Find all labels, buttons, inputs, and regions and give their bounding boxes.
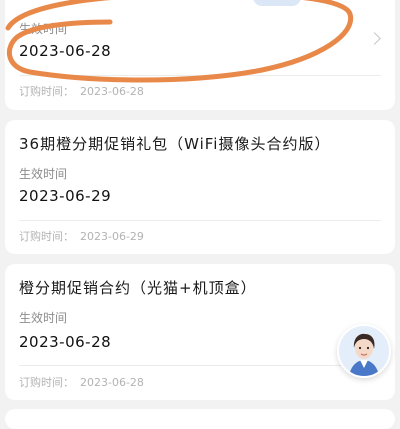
order-time-value: 2023-06-29 [80,230,144,243]
order-card-1[interactable]: 生效时间 2023-06-28 订购时间： 2023-06-28 [5,0,395,110]
effective-time-label: 生效时间 [19,22,68,36]
effective-date: 2023-06-28 [19,42,112,60]
divider [19,75,381,76]
order-time: 订购时间： 2023-06-28 [19,374,144,390]
effective-date: 2023-06-28 [19,333,112,351]
order-card-2[interactable]: 36期橙分期促销礼包（WiFi摄像头合约版） 生效时间 2023-06-29 订… [5,120,395,254]
order-time-label: 订购时间： [19,376,74,389]
customer-service-avatar-icon[interactable] [337,324,391,378]
chevron-right-icon[interactable] [368,32,381,45]
divider [19,220,381,221]
effective-time-label: 生效时间 [19,311,68,325]
order-time-label: 订购时间： [19,230,74,243]
avatar-portrait [339,326,389,376]
divider [19,365,381,366]
order-time: 订购时间： 2023-06-28 [19,83,144,99]
order-time: 订购时间： 2023-06-29 [19,228,144,244]
effective-time-label: 生效时间 [19,167,68,181]
order-title: 橙分期促销合约（光猫+机顶盒） [19,279,257,297]
order-card-3[interactable]: 橙分期促销合约（光猫+机顶盒） 生效时间 2023-06-28 订购时间： 202… [5,264,395,400]
order-time-value: 2023-06-28 [80,85,144,98]
order-time-label: 订购时间： [19,85,74,98]
order-card-4[interactable] [5,409,395,429]
order-time-value: 2023-06-28 [80,376,144,389]
status-badge [253,0,301,6]
effective-date: 2023-06-29 [19,187,112,205]
order-title: 36期橙分期促销礼包（WiFi摄像头合约版） [19,135,331,153]
